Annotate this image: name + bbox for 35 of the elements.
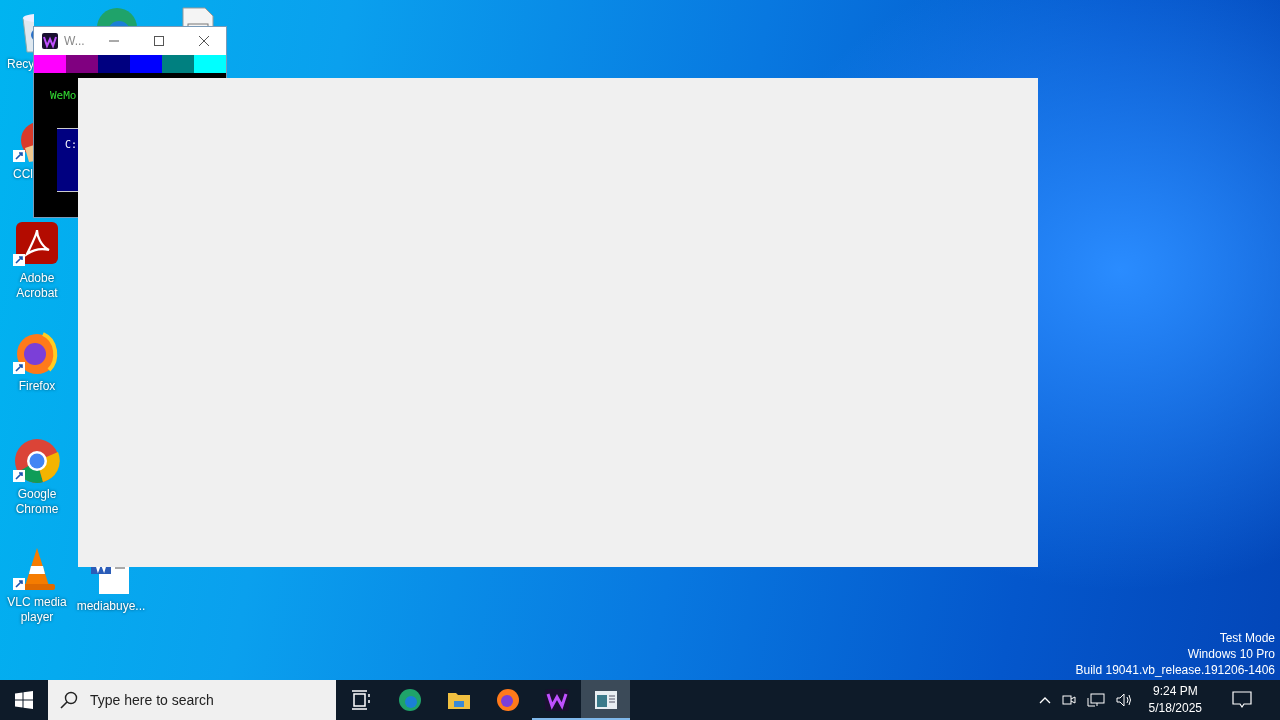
firefox-icon — [494, 688, 521, 712]
desktop-icon-label[interactable]: Recy — [7, 57, 35, 72]
app-logo-icon — [42, 33, 58, 49]
desktop-icon-label[interactable]: Firefox — [18, 379, 56, 394]
speech-bubble-icon — [1232, 691, 1252, 709]
clock[interactable]: 9:24 PM 5/18/2025 — [1140, 683, 1210, 717]
color-swatch[interactable] — [130, 55, 162, 73]
windows-logo-icon — [15, 691, 33, 709]
search-field[interactable]: Type here to search — [88, 691, 322, 709]
search-bar[interactable]: Type here to search — [48, 680, 336, 720]
color-swatch[interactable] — [34, 55, 66, 73]
acrobat-icon[interactable] — [13, 222, 61, 268]
color-swatch[interactable] — [98, 55, 130, 73]
chrome-icon[interactable] — [13, 438, 61, 484]
system-info-text: Build 19041.vb_release.191206-1406 — [1075, 662, 1275, 678]
color-swatch[interactable] — [194, 55, 226, 73]
desktop-icon-label[interactable]: CCl — [13, 167, 33, 182]
wemod-icon — [543, 688, 570, 712]
close-icon — [198, 36, 209, 46]
desktop-icon-label[interactable]: VLC media player — [0, 595, 74, 625]
search-icon — [60, 691, 78, 709]
system-info-text: Test Mode — [1219, 630, 1275, 646]
color-swatch[interactable] — [162, 55, 194, 73]
desktop-icon-label[interactable]: Google Chrome — [0, 487, 74, 517]
console-text: WeMo — [50, 89, 78, 102]
box-text: C: — [65, 139, 78, 150]
taskbar-app-button[interactable] — [581, 680, 630, 720]
edge-icon — [396, 688, 423, 712]
desktop-icon-label[interactable]: mediabuye... — [76, 599, 146, 614]
window-title: W... — [64, 34, 86, 48]
maximize-icon — [153, 36, 164, 46]
color-swatch[interactable] — [66, 55, 98, 73]
system-info-text: Windows 10 Pro — [1187, 646, 1275, 662]
desktop-icon-label[interactable]: Adobe Acrobat — [0, 271, 74, 301]
window-icon — [592, 688, 619, 712]
